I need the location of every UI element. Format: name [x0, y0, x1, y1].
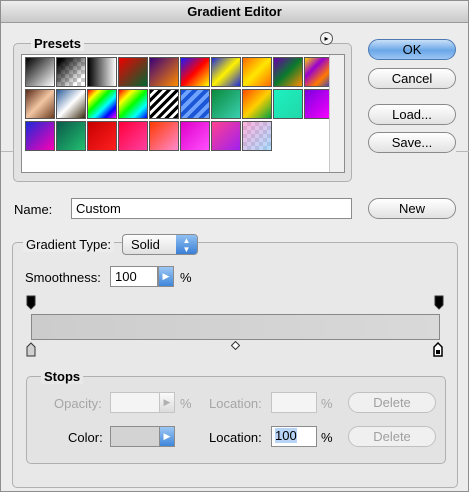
preset-swatch-aqua[interactable]	[273, 89, 303, 119]
name-label: Name:	[14, 202, 53, 217]
save-button[interactable]: Save...	[368, 132, 456, 153]
opacity-field[interactable]	[110, 392, 160, 413]
name-field[interactable]	[71, 198, 352, 219]
opacity-stop-left-icon[interactable]	[26, 295, 36, 310]
opacity-label: Opacity:	[54, 396, 102, 411]
preset-swatch-pink-violet[interactable]	[211, 121, 241, 151]
preset-swatch-red-green[interactable]	[118, 57, 148, 87]
color-location-label: Location:	[209, 430, 262, 445]
gradient-preview-bar[interactable]	[31, 314, 440, 340]
new-button[interactable]: New	[368, 198, 456, 219]
preset-swatch-red-magenta[interactable]	[118, 121, 148, 151]
color-delete-button[interactable]: Delete	[348, 426, 436, 447]
presets-label: Presets	[31, 36, 84, 51]
preset-swatch-spectrum[interactable]	[87, 89, 117, 119]
color-location-unit: %	[321, 430, 333, 445]
select-arrows-icon: ▲ ▼	[176, 235, 197, 254]
color-location-field[interactable]: 100	[271, 426, 317, 447]
preset-swatch-blue-stripes[interactable]	[180, 89, 210, 119]
preset-swatch-blue-yellow-blue[interactable]	[211, 57, 241, 87]
preset-swatch-teal-green[interactable]	[56, 121, 86, 151]
preset-swatch-orange-pink[interactable]	[149, 121, 179, 151]
color-location-value: 100	[275, 428, 297, 443]
stops-label: Stops	[41, 369, 84, 384]
preset-swatch-green-teal[interactable]	[211, 89, 241, 119]
cancel-button[interactable]: Cancel	[368, 68, 456, 89]
opacity-unit: %	[180, 396, 192, 411]
preset-swatch-violet-green-orange[interactable]	[273, 57, 303, 87]
preset-swatch-foreground-to-background[interactable]	[25, 57, 55, 87]
preset-swatch-transparent-stripes[interactable]	[149, 89, 179, 119]
preset-swatch-violet-orange[interactable]	[149, 57, 179, 87]
opacity-popup-button[interactable]: ▶	[159, 392, 175, 413]
gradient-type-label: Gradient Type:	[23, 237, 115, 252]
color-stop-left-icon[interactable]	[26, 342, 36, 357]
preset-swatch-magenta[interactable]	[180, 121, 210, 151]
preset-swatch-copper[interactable]	[25, 89, 55, 119]
stops-group	[26, 376, 446, 464]
gradient-type-value: Solid	[131, 237, 160, 252]
preset-swatch-orange-yellow-orange[interactable]	[242, 57, 272, 87]
divider-right	[456, 151, 469, 152]
opacity-stop-right-icon[interactable]	[434, 295, 444, 310]
opacity-location-field[interactable]	[271, 392, 317, 413]
smoothness-popup-button[interactable]: ▶	[158, 266, 174, 287]
gradient-type-select[interactable]: Solid ▲ ▼	[122, 234, 198, 255]
preset-swatch-checker-transparent[interactable]	[242, 121, 272, 151]
preset-swatch-blue-magenta[interactable]	[25, 121, 55, 151]
preset-swatch-orange-red-green[interactable]	[242, 89, 272, 119]
opacity-delete-button[interactable]: Delete	[348, 392, 436, 413]
gradient-editor-window: Gradient Editor Presets ▸ OK Cancel Load…	[0, 0, 469, 492]
smoothness-unit: %	[180, 270, 192, 285]
preset-swatch-red[interactable]	[87, 121, 117, 151]
opacity-location-label: Location:	[209, 396, 262, 411]
color-stop-right-selected-icon[interactable]	[433, 342, 443, 357]
preset-swatch-chrome[interactable]	[56, 89, 86, 119]
smoothness-field[interactable]	[110, 266, 158, 287]
presets-menu-icon[interactable]: ▸	[320, 32, 333, 45]
stop-color-swatch[interactable]	[110, 426, 160, 447]
presets-swatch-well	[21, 54, 345, 173]
midpoint-diamond-icon[interactable]	[231, 341, 240, 350]
divider-left	[1, 151, 13, 152]
load-button[interactable]: Load...	[368, 104, 456, 125]
preset-swatch-transparent-rainbow[interactable]	[118, 89, 148, 119]
preset-swatch-black-white[interactable]	[87, 57, 117, 87]
color-popup-button[interactable]: ▶	[159, 426, 175, 447]
opacity-location-unit: %	[321, 396, 333, 411]
preset-swatch-foreground-to-transparent[interactable]	[56, 57, 86, 87]
window-title: Gradient Editor	[1, 1, 468, 23]
preset-swatch-blue-red-yellow[interactable]	[180, 57, 210, 87]
ok-button[interactable]: OK	[368, 39, 456, 60]
color-label: Color:	[68, 430, 103, 445]
presets-scrollbar[interactable]	[329, 55, 344, 172]
smoothness-label: Smoothness:	[25, 270, 101, 285]
